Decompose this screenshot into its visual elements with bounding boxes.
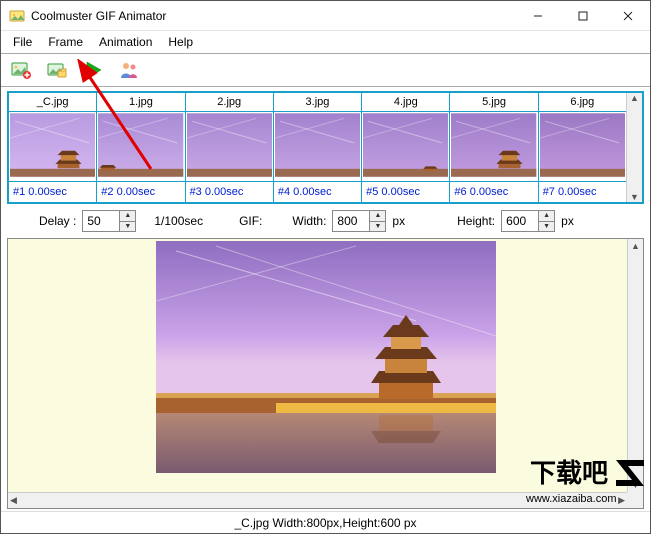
delay-input[interactable]	[83, 211, 119, 231]
frame-filename: _C.jpg	[9, 93, 96, 112]
close-button[interactable]	[605, 1, 650, 31]
menubar: File Frame Animation Help	[1, 31, 650, 53]
frames-scrollbar-vertical[interactable]: ▲▼	[626, 93, 642, 202]
toolbar	[1, 53, 650, 87]
maximize-button[interactable]	[560, 1, 605, 31]
frame-meta: #4 0.00sec	[274, 181, 361, 202]
width-stepper[interactable]: ▲▼	[369, 211, 385, 231]
width-spinner[interactable]: ▲▼	[332, 210, 386, 232]
height-label: Height:	[457, 214, 495, 228]
frame-thumbnail	[274, 112, 361, 181]
app-icon	[9, 8, 25, 24]
height-stepper[interactable]: ▲▼	[538, 211, 554, 231]
width-label: Width:	[292, 214, 326, 228]
frame-meta: #7 0.00sec	[539, 181, 626, 202]
frame-meta: #5 0.00sec	[362, 181, 449, 202]
frame-meta: #6 0.00sec	[450, 181, 537, 202]
statusbar: _C.jpg Width:800px,Height:600 px	[1, 511, 650, 533]
frame-filename: 3.jpg	[274, 93, 361, 112]
menu-file[interactable]: File	[5, 33, 40, 51]
frame-item[interactable]: 3.jpg #4 0.00sec	[274, 93, 362, 202]
users-button[interactable]	[117, 58, 141, 82]
frame-item[interactable]: _C.jpg #1 0.00sec	[9, 93, 97, 202]
menu-animation[interactable]: Animation	[91, 33, 160, 51]
px-unit-1: px	[392, 214, 405, 228]
frame-thumbnail	[539, 112, 626, 181]
frame-item[interactable]: 6.jpg #7 0.00sec	[539, 93, 626, 202]
settings-row: Delay : ▲▼ 1/100sec GIF: Width: ▲▼ px He…	[1, 204, 650, 238]
frame-thumbnail	[362, 112, 449, 181]
titlebar: Coolmuster GIF Animator	[1, 1, 650, 31]
delay-stepper[interactable]: ▲▼	[119, 211, 135, 231]
app-window: Coolmuster GIF Animator File Frame Anima…	[0, 0, 651, 534]
frame-meta: #1 0.00sec	[9, 181, 96, 202]
preview-area: ▲▼ ◀▶	[7, 238, 644, 509]
preview-image	[156, 241, 496, 473]
menu-help[interactable]: Help	[160, 33, 201, 51]
frame-meta: #2 0.00sec	[97, 181, 184, 202]
frames-strip: _C.jpg #1 0.00sec 1.jpg #2 0.00sec 2.jpg #3 0…	[7, 91, 644, 204]
height-input[interactable]	[502, 211, 538, 231]
frame-item[interactable]: 4.jpg #5 0.00sec	[362, 93, 450, 202]
frame-filename: 4.jpg	[362, 93, 449, 112]
add-image-button[interactable]	[9, 58, 33, 82]
frame-filename: 5.jpg	[450, 93, 537, 112]
frame-meta: #3 0.00sec	[186, 181, 273, 202]
frame-item[interactable]: 5.jpg #6 0.00sec	[450, 93, 538, 202]
frame-filename: 1.jpg	[97, 93, 184, 112]
menu-frame[interactable]: Frame	[40, 33, 91, 51]
height-spinner[interactable]: ▲▼	[501, 210, 555, 232]
gif-label: GIF:	[239, 214, 262, 228]
px-unit-2: px	[561, 214, 574, 228]
preview-scrollbar-vertical[interactable]: ▲▼	[627, 239, 643, 492]
minimize-button[interactable]	[515, 1, 560, 31]
frame-item[interactable]: 2.jpg #3 0.00sec	[186, 93, 274, 202]
frame-item[interactable]: 1.jpg #2 0.00sec	[97, 93, 185, 202]
frame-thumbnail	[186, 112, 273, 181]
preview-scrollbar-horizontal[interactable]: ◀▶	[8, 492, 627, 508]
frame-thumbnail	[97, 112, 184, 181]
add-folder-button[interactable]	[45, 58, 69, 82]
width-input[interactable]	[333, 211, 369, 231]
delay-spinner[interactable]: ▲▼	[82, 210, 136, 232]
frame-thumbnail	[450, 112, 537, 181]
frame-thumbnail	[9, 112, 96, 181]
window-title: Coolmuster GIF Animator	[31, 9, 515, 23]
frame-filename: 2.jpg	[186, 93, 273, 112]
delay-label: Delay :	[39, 214, 76, 228]
delay-unit: 1/100sec	[154, 214, 203, 228]
frame-filename: 6.jpg	[539, 93, 626, 112]
play-button[interactable]	[81, 58, 105, 82]
status-text: _C.jpg Width:800px,Height:600 px	[234, 516, 416, 530]
